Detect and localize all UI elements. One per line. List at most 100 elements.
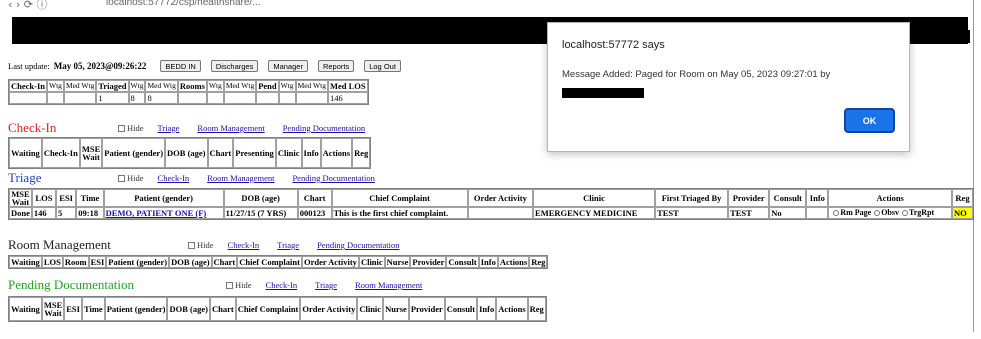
stats-header-check-in: Check-In	[9, 80, 48, 92]
column-header-patient-gender: Patient (gender)	[103, 189, 224, 207]
column-header-room: Room	[62, 256, 89, 268]
action-trgrpt[interactable]: TrgRpt	[909, 208, 934, 217]
room-hide-toggle[interactable]: Hide	[188, 240, 214, 250]
stats-header-med-wtg: Med Wtg	[223, 80, 257, 92]
column-header-clinic: Clinic	[358, 256, 385, 268]
stats-value-wtg	[278, 92, 296, 104]
column-header-reg: Reg	[952, 189, 973, 207]
chart-cell: 000123	[297, 207, 332, 219]
stats-value-wtg	[206, 92, 224, 104]
time-cell: 09:18	[76, 207, 104, 219]
column-header-consult: Consult	[446, 256, 479, 268]
radio-icon[interactable]	[902, 210, 908, 216]
link-pending-documentation[interactable]: Pending Documentation	[317, 240, 399, 250]
column-header-dob-age: DOB (age)	[167, 297, 210, 321]
esi-cell: 5	[55, 207, 77, 219]
browser-bar: ‹ › ⟳ ⓘ localhost:57772/csp/healthshare/…	[8, 0, 974, 14]
reg-status-badge[interactable]: NO	[952, 207, 973, 219]
bedd-in-button[interactable]: BEDD IN	[160, 60, 201, 72]
column-header-clinic: Clinic	[275, 138, 302, 168]
column-header-waiting: Waiting	[9, 256, 42, 268]
stats-value-wtg	[47, 92, 64, 104]
reports-button[interactable]: Reports	[317, 60, 355, 72]
radio-icon[interactable]	[833, 210, 840, 216]
triage-table: MSE Wait LOS ESI Time Patient (gender) DOB (a…	[8, 188, 974, 220]
column-header-info: Info	[806, 189, 829, 207]
stats-value-med-wtg: 8	[145, 92, 178, 104]
stats-header-wtg: Wtg	[47, 80, 64, 92]
action-obsv[interactable]: Obsv	[881, 208, 899, 217]
actions-cell: Rm Page Obsv TrgRpt	[828, 207, 953, 219]
mse-wait-cell: Done	[9, 207, 32, 219]
ok-button[interactable]: OK	[844, 108, 895, 133]
column-header-esi: ESI	[88, 256, 107, 268]
checkbox-icon[interactable]	[188, 241, 195, 249]
column-header-chart: Chart	[297, 189, 332, 207]
last-update-label: Last update:	[8, 61, 50, 71]
radio-icon[interactable]	[874, 210, 881, 216]
column-header-mse-wait: MSE Wait	[41, 297, 65, 321]
column-header-dob-age: DOB (age)	[165, 138, 208, 168]
triage-hide-toggle[interactable]: Hide	[118, 173, 144, 183]
checkbox-icon[interactable]	[226, 281, 233, 289]
column-header-time: Time	[76, 189, 104, 207]
column-header-time: Time	[81, 297, 105, 321]
column-header-dob-age: DOB (age)	[223, 189, 298, 207]
checkbox-icon[interactable]	[118, 174, 125, 182]
column-header-nurse: Nurse	[384, 256, 411, 268]
link-triage[interactable]: Triage	[315, 280, 337, 290]
clinic-cell: EMERGENCY MEDICINE	[533, 207, 656, 219]
header-row: Waiting MSE Wait ESI Time Patient (gender) DO…	[9, 297, 546, 321]
link-pending-documentation[interactable]: Pending Documentation	[283, 123, 365, 133]
stats-value-wtg: 8	[128, 92, 146, 104]
column-header-actions: Actions	[496, 297, 528, 321]
stats-value-pend	[256, 92, 279, 104]
patient-name-link[interactable]: DEMO, PATIENT ONE (F)	[106, 208, 207, 218]
link-triage[interactable]: Triage	[158, 123, 180, 133]
discharges-button[interactable]: Discharges	[210, 60, 259, 72]
link-check-in[interactable]: Check-In	[266, 280, 298, 290]
checkin-hide-toggle[interactable]: Hide	[118, 123, 144, 133]
checkbox-icon[interactable]	[118, 124, 125, 132]
provider-cell: TEST	[728, 207, 770, 219]
header-row: Waiting Check-In MSE Wait Patient (gender) D…	[9, 138, 371, 168]
stats-header-med-los: Med LOS	[327, 80, 368, 92]
stats-header-med-wtg: Med Wtg	[145, 80, 178, 92]
stats-value-med-wtg	[295, 92, 328, 104]
column-header-mse-wait: MSE Wait	[79, 138, 103, 168]
table-row[interactable]: Done 146 5 09:18 DEMO, PATIENT ONE (F) 11/27/…	[9, 207, 973, 219]
column-header-chief-complaint: Chief Complaint	[331, 189, 468, 207]
link-room-management[interactable]: Room Management	[207, 173, 274, 183]
action-rm-page[interactable]: Rm Page	[840, 208, 871, 217]
last-update-timestamp: May 05, 2023@09:26:22	[53, 61, 147, 71]
column-header-clinic: Clinic	[357, 297, 384, 321]
link-room-management[interactable]: Room Management	[355, 280, 422, 290]
column-header-consult: Consult	[444, 297, 478, 321]
column-header-los: LOS	[31, 189, 56, 207]
pending-hide-toggle[interactable]: Hide	[226, 280, 252, 290]
column-header-chief-complaint: Chief Complaint	[235, 297, 301, 321]
address-bar[interactable]: localhost:57772/csp/healthshare/...	[106, 0, 261, 8]
triage-section-title: Triage	[8, 170, 42, 185]
link-triage[interactable]: Triage	[277, 240, 299, 250]
column-header-clinic: Clinic	[533, 189, 656, 207]
browser-nav-icons[interactable]: ‹ › ⟳ ⓘ	[8, 0, 48, 12]
alert-dialog: localhost:57772 says Message Added: Page…	[547, 22, 910, 152]
pending-section-links: Hide Check-In Triage Room Management	[226, 280, 440, 290]
link-check-in[interactable]: Check-In	[158, 173, 190, 183]
manager-button[interactable]: Manager	[268, 60, 308, 72]
column-header-waiting: Waiting	[9, 138, 42, 168]
log-out-button[interactable]: Log Out	[364, 60, 401, 72]
link-check-in[interactable]: Check-In	[228, 240, 260, 250]
stats-header-wtg: Wtg	[278, 80, 296, 92]
link-room-management[interactable]: Room Management	[197, 123, 264, 133]
column-header-actions: Actions	[497, 256, 530, 268]
room-section-title: Room Management	[8, 237, 111, 252]
update-toolbar: Last update: May 05, 2023@09:26:22 BEDD …	[8, 59, 407, 73]
patient-link[interactable]: DEMO, PATIENT ONE (F)	[103, 207, 224, 219]
column-header-presenting: Presenting	[233, 138, 276, 168]
stats-header-med-wtg: Med Wtg	[295, 80, 328, 92]
link-pending-documentation[interactable]: Pending Documentation	[292, 173, 374, 183]
redacted-user-name	[918, 30, 970, 43]
column-header-reg: Reg	[352, 138, 371, 168]
